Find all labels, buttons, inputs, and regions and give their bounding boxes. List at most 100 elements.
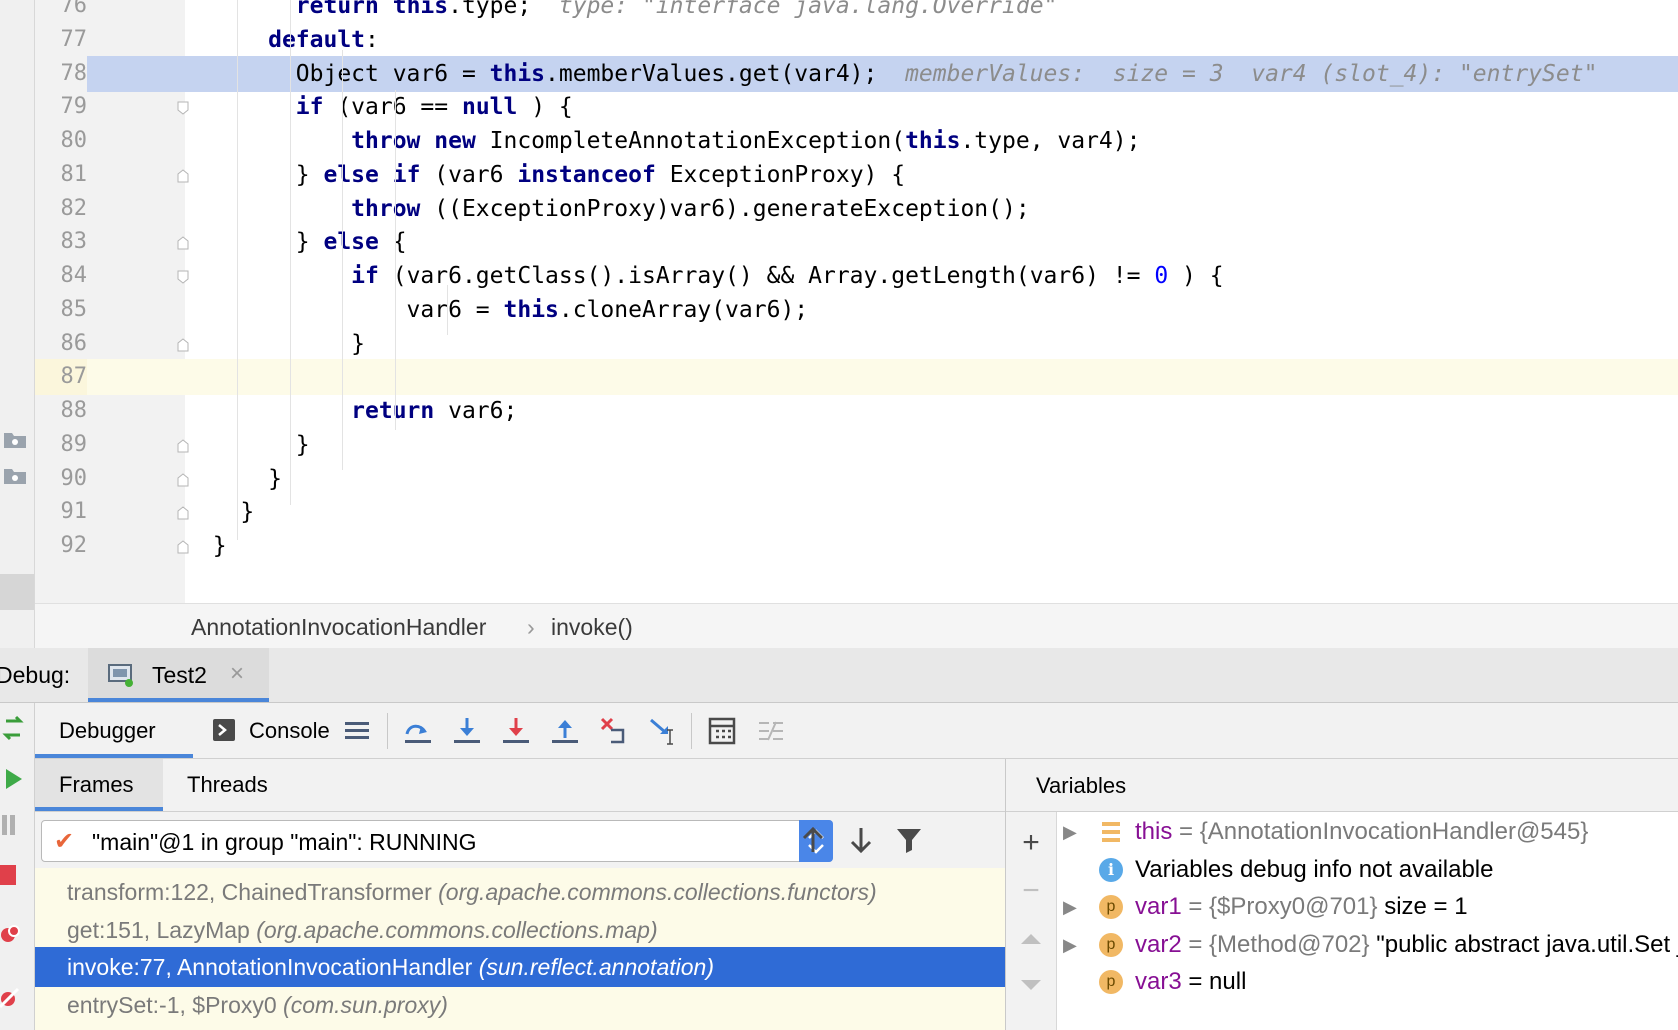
code-text: } (185, 499, 255, 526)
debug-label: Debug: (0, 662, 71, 688)
show-execution-point-icon[interactable] (403, 716, 433, 746)
code-editor[interactable]: 76 return this.type; type: "interface ja… (35, 0, 1678, 603)
drop-frame-icon[interactable] (599, 716, 629, 746)
line-number[interactable]: 81 (35, 157, 88, 193)
step-over-icon[interactable] (452, 716, 482, 746)
line-number[interactable]: 77 (35, 22, 88, 58)
frames-list: transform:122, ChainedTransformer (org.a… (35, 868, 1005, 1030)
line-number[interactable]: 91 (35, 494, 88, 530)
breadcrumb-separator: › (527, 614, 535, 640)
code-text: var6 = this.cloneArray(var6); (185, 296, 809, 323)
debug-session-tab[interactable]: Test2 × (88, 648, 269, 702)
stack-frame[interactable]: transform:122, ChainedTransformer (org.a… (35, 872, 1005, 912)
line-number[interactable]: 84 (35, 258, 88, 294)
stack-frame[interactable]: entrySet:-1, $Proxy0 (com.sun.proxy) (35, 985, 1005, 1025)
tab-debugger-label: Debugger (59, 718, 156, 743)
line-number[interactable]: 82 (35, 191, 88, 227)
line-number[interactable]: 86 (35, 326, 88, 362)
code-line[interactable]: 89 } (35, 427, 1678, 463)
variable-row[interactable]: ▶ this = {AnnotationInvocationHandler@545… (1057, 812, 1678, 852)
step-into-icon[interactable] (501, 716, 531, 746)
run-config-icon (108, 664, 133, 687)
code-text: } (185, 465, 282, 492)
stop-icon[interactable] (0, 865, 16, 885)
expand-arrow-icon[interactable]: ▶ (1063, 812, 1077, 852)
line-number[interactable]: 92 (35, 528, 88, 564)
code-line[interactable]: 77 default: (35, 22, 1678, 58)
thread-selector-dropdown[interactable]: ✔ "main"@1 in group "main": RUNNING (41, 820, 833, 862)
rerun-icon[interactable] (2, 715, 24, 741)
check-icon: ✔ (54, 828, 75, 855)
code-line[interactable]: 81 } else if (var6 instanceof ExceptionP… (35, 157, 1678, 193)
line-number[interactable]: 80 (35, 123, 88, 159)
code-line[interactable]: 91 } (35, 494, 1678, 530)
close-icon[interactable]: × (230, 660, 244, 688)
move-up-icon[interactable] (1018, 926, 1044, 952)
add-watch-icon[interactable]: + (1018, 828, 1044, 858)
thread-selector-value: "main"@1 in group "main": RUNNING (92, 829, 477, 855)
code-line[interactable]: 87 (35, 359, 1678, 396)
code-line[interactable]: 78 Object var6 = this.memberValues.get(v… (35, 55, 1678, 92)
trace-current-stream-icon[interactable] (756, 716, 786, 746)
line-number[interactable]: 87 (35, 359, 87, 396)
variable-row[interactable]: p var3 = null (1057, 962, 1678, 1002)
mute-breakpoints-icon[interactable] (0, 985, 20, 1009)
breadcrumb-class[interactable]: AnnotationInvocationHandler (191, 614, 486, 641)
tab-console-label: Console (249, 718, 330, 743)
line-number[interactable]: 90 (35, 461, 88, 497)
evaluate-expression-icon[interactable] (707, 716, 737, 746)
debug-tool-window-header: Debug: Test2 × (0, 648, 1678, 703)
pause-icon[interactable] (2, 813, 16, 837)
filter-icon[interactable] (895, 826, 923, 854)
line-number[interactable]: 88 (35, 393, 88, 429)
code-line[interactable]: 80 throw new IncompleteAnnotationExcepti… (35, 123, 1678, 159)
code-text: } (185, 533, 227, 559)
tab-console[interactable]: Console (213, 703, 330, 758)
code-text: default: (268, 26, 379, 53)
tab-debugger[interactable]: Debugger (35, 703, 193, 758)
expand-arrow-icon[interactable]: ▶ (1063, 925, 1077, 965)
view-breakpoints-icon[interactable] (0, 923, 20, 947)
code-line[interactable]: 83 } else { (35, 224, 1678, 260)
folder-icon[interactable] (2, 466, 28, 486)
tab-frames[interactable]: Frames (35, 759, 163, 811)
code-line[interactable]: 76 return this.type; type: "interface ja… (35, 0, 1678, 24)
stack-frame[interactable]: invoke:77, AnnotationInvocationHandler (… (35, 947, 1005, 987)
step-out-icon[interactable] (550, 716, 580, 746)
variables-list: ▶ this = {AnnotationInvocationHandler@545… (1057, 812, 1678, 1030)
variable-row[interactable]: ▶ p var1 = {$Proxy0@701} size = 1 (1057, 887, 1678, 927)
breadcrumb-method[interactable]: invoke() (551, 614, 633, 641)
variable-row[interactable]: ▶ p var2 = {Method@702} "public abstract j… (1057, 925, 1678, 965)
line-number[interactable]: 76 (35, 0, 88, 24)
expand-arrow-icon[interactable]: ▶ (1063, 887, 1077, 927)
line-number[interactable]: 78 (35, 55, 87, 92)
code-line[interactable]: 92 } (35, 528, 1678, 564)
arrow-up-icon[interactable] (799, 826, 827, 854)
code-line[interactable]: 82 throw ((ExceptionProxy)var6).generate… (35, 191, 1678, 227)
remove-watch-icon[interactable]: − (1018, 876, 1044, 906)
code-text: } (185, 330, 366, 357)
line-number[interactable]: 89 (35, 427, 88, 463)
line-number[interactable]: 79 (35, 89, 88, 125)
line-number[interactable]: 83 (35, 224, 88, 260)
resume-icon[interactable] (4, 767, 24, 791)
code-line[interactable]: 84 if (var6.getClass().isArray() && Arra… (35, 258, 1678, 294)
code-text: } else if (var6 instanceof ExceptionProx… (185, 161, 906, 188)
left-strip-selection (0, 574, 34, 610)
code-line[interactable]: 86 } (35, 326, 1678, 362)
parameter-icon: p (1099, 895, 1123, 919)
run-to-cursor-icon[interactable] (648, 716, 678, 746)
variable-row[interactable]: i Variables debug info not available (1057, 850, 1678, 890)
move-down-icon[interactable] (1018, 972, 1044, 998)
arrow-down-icon[interactable] (847, 826, 875, 854)
code-line[interactable]: 88 return var6; (35, 393, 1678, 429)
code-line[interactable]: 90 } (35, 461, 1678, 497)
stack-frame[interactable]: get:151, LazyMap (org.apache.commons.col… (35, 910, 1005, 950)
debug-actions-strip (0, 703, 35, 1030)
code-line[interactable]: 85 var6 = this.cloneArray(var6); (35, 292, 1678, 328)
line-number[interactable]: 85 (35, 292, 88, 328)
code-line[interactable]: 79 if (var6 == null ) { (35, 89, 1678, 125)
threads-layout-icon[interactable] (343, 716, 373, 746)
folder-icon[interactable] (2, 430, 28, 450)
tab-threads[interactable]: Threads (187, 759, 268, 811)
